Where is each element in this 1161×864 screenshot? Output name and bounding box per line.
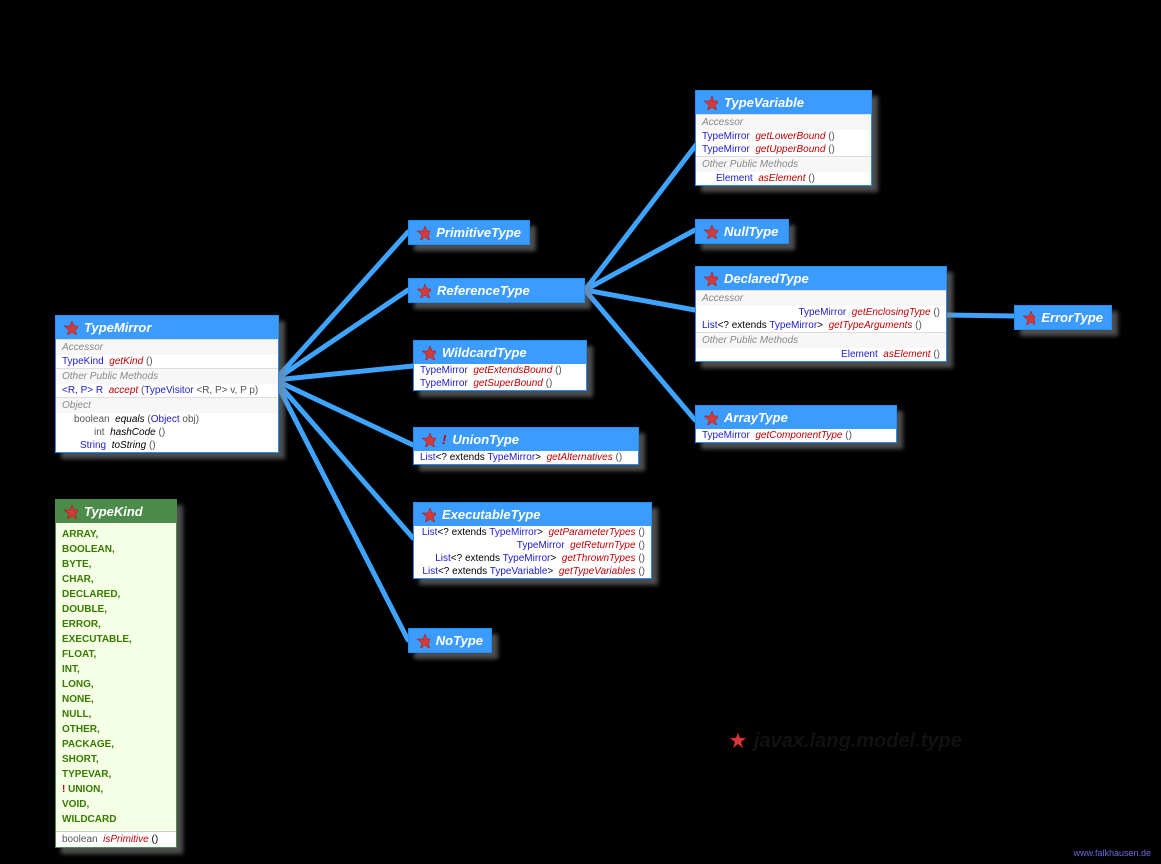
interface-icon xyxy=(417,284,431,298)
interface-icon xyxy=(1023,311,1035,325)
class-header: PrimitiveType xyxy=(409,221,529,244)
method-row: TypeMirror getLowerBound () xyxy=(696,130,871,143)
interface-icon xyxy=(417,634,430,648)
class-title: WildcardType xyxy=(442,345,527,360)
class-primitivetype[interactable]: PrimitiveType xyxy=(408,220,530,245)
class-title: ArrayType xyxy=(724,410,788,425)
interface-icon xyxy=(704,225,718,239)
section-label: Other Public Methods xyxy=(56,368,278,384)
class-executabletype[interactable]: ExecutableType List<? extends TypeMirror… xyxy=(413,502,652,579)
class-header: ErrorType xyxy=(1015,306,1111,329)
class-title: TypeKind xyxy=(84,504,143,519)
class-uniontype[interactable]: ! UnionType List<? extends TypeMirror> g… xyxy=(413,427,639,465)
method-row: String toString () xyxy=(56,439,278,452)
class-typevariable[interactable]: TypeVariable Accessor TypeMirror getLowe… xyxy=(695,90,872,186)
section-label: Accessor xyxy=(696,290,946,306)
method-row: <R, P> R accept (TypeVisitor <R, P> v, P… xyxy=(56,384,278,397)
class-header: ArrayType xyxy=(696,406,896,429)
class-title: NullType xyxy=(724,224,778,239)
interface-icon xyxy=(422,433,436,447)
method-row: List<? extends TypeVariable> getTypeVari… xyxy=(414,565,651,578)
method-row: TypeMirror getUpperBound () xyxy=(696,143,871,156)
class-title: DeclaredType xyxy=(724,271,809,286)
class-title: PrimitiveType xyxy=(436,225,521,240)
method-row: Element asElement () xyxy=(696,348,946,361)
method-row: List<? extends TypeMirror> getAlternativ… xyxy=(414,451,638,464)
section-label: Accessor xyxy=(56,339,278,355)
method-row: TypeMirror getReturnType () xyxy=(414,539,651,552)
method-row: boolean equals (Object obj) xyxy=(56,413,278,426)
new-marker: ! xyxy=(442,432,446,447)
interface-icon xyxy=(704,272,718,286)
class-arraytype[interactable]: ArrayType TypeMirror getComponentType () xyxy=(695,405,897,443)
class-header: TypeKind xyxy=(56,500,176,523)
class-notype[interactable]: NoType xyxy=(408,628,492,653)
class-errortype[interactable]: ErrorType xyxy=(1014,305,1112,330)
package-title: javax.lang.model.type xyxy=(730,730,962,753)
method-row: TypeMirror getSuperBound () xyxy=(414,377,586,390)
section-label: Object xyxy=(56,397,278,413)
method-row: TypeMirror getEnclosingType () xyxy=(696,306,946,319)
enum-typekind[interactable]: TypeKind ARRAY,BOOLEAN,BYTE,CHAR,DECLARE… xyxy=(55,499,177,848)
class-header: WildcardType xyxy=(414,341,586,364)
class-title: ErrorType xyxy=(1041,310,1103,325)
class-title: NoType xyxy=(436,633,483,648)
interface-icon xyxy=(64,321,78,335)
method-row: List<? extends TypeMirror> getTypeArgume… xyxy=(696,319,946,332)
section-label: Accessor xyxy=(696,114,871,130)
method-row: TypeMirror getComponentType () xyxy=(696,429,896,442)
method-row: List<? extends TypeMirror> getParameterT… xyxy=(414,526,651,539)
class-wildcardtype[interactable]: WildcardType TypeMirror getExtendsBound … xyxy=(413,340,587,391)
interface-icon xyxy=(417,226,430,240)
class-header: ! UnionType xyxy=(414,428,638,451)
watermark: www.falkhausen.de xyxy=(1073,848,1151,858)
interface-icon xyxy=(422,508,436,522)
interface-icon xyxy=(704,96,718,110)
class-typemirror[interactable]: TypeMirror Accessor TypeKind getKind () … xyxy=(55,315,279,453)
enum-constants: ARRAY,BOOLEAN,BYTE,CHAR,DECLARED,DOUBLE,… xyxy=(56,523,176,831)
interface-icon xyxy=(422,346,436,360)
class-header: TypeMirror xyxy=(56,316,278,339)
section-label: Other Public Methods xyxy=(696,156,871,172)
class-header: NoType xyxy=(409,629,491,652)
interface-icon xyxy=(704,411,718,425)
class-title: TypeVariable xyxy=(724,95,804,110)
class-header: ReferenceType xyxy=(409,279,584,302)
method-row: List<? extends TypeMirror> getThrownType… xyxy=(414,552,651,565)
class-header: ExecutableType xyxy=(414,503,651,526)
enum-icon xyxy=(64,505,78,519)
section-label: Other Public Methods xyxy=(696,332,946,348)
method-row: TypeKind getKind () xyxy=(56,355,278,368)
class-header: TypeVariable xyxy=(696,91,871,114)
class-title: ExecutableType xyxy=(442,507,541,522)
class-title: UnionType xyxy=(452,432,519,447)
method-row: Element asElement () xyxy=(696,172,871,185)
class-declaredtype[interactable]: DeclaredType Accessor TypeMirror getEncl… xyxy=(695,266,947,362)
class-title: TypeMirror xyxy=(84,320,151,335)
method-row: int hashCode () xyxy=(56,426,278,439)
class-referencetype[interactable]: ReferenceType xyxy=(408,278,585,303)
method-row: TypeMirror getExtendsBound () xyxy=(414,364,586,377)
method-row: boolean isPrimitive () xyxy=(56,831,176,847)
package-icon xyxy=(730,733,748,751)
class-nulltype[interactable]: NullType xyxy=(695,219,789,244)
class-header: NullType xyxy=(696,220,788,243)
class-title: ReferenceType xyxy=(437,283,530,298)
class-header: DeclaredType xyxy=(696,267,946,290)
